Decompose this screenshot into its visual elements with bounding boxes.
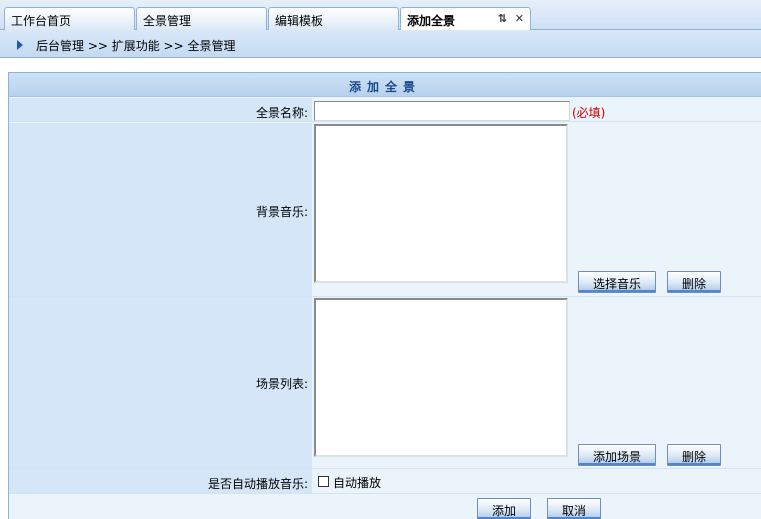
triangle-right-icon (17, 40, 23, 50)
add-scene-button[interactable]: 添加场景 (578, 444, 656, 466)
form-actions: 添加 取消 (9, 495, 761, 519)
autoplay-label-cell: 是否自动播放音乐: (9, 469, 312, 493)
scene-row: 场景列表: 添加场景 删除 (9, 297, 761, 469)
tab-label: 编辑模板 (275, 14, 324, 28)
music-row: 背景音乐: 选择音乐 删除 (9, 123, 761, 297)
autoplay-checkbox[interactable] (318, 476, 329, 487)
tab-panorama-management[interactable]: 全景管理 (136, 7, 267, 30)
name-label: 全景名称: (255, 106, 308, 120)
submit-add-button[interactable]: 添加 (477, 498, 531, 519)
scene-value-cell: 添加场景 删除 (312, 297, 761, 468)
breadcrumb-bar: 后台管理 >> 扩展功能 >> 全景管理 (0, 30, 761, 58)
tab-workbench-home[interactable]: 工作台首页 (4, 7, 135, 30)
scene-listbox[interactable] (314, 298, 568, 457)
scene-label-cell: 场景列表: (9, 297, 312, 468)
scene-label: 场景列表: (255, 377, 308, 391)
tab-add-panorama[interactable]: 添加全景 ⇅ ✕ (400, 7, 531, 31)
tab-edit-template[interactable]: 编辑模板 (268, 7, 399, 30)
panorama-name-input[interactable] (314, 101, 570, 121)
music-listbox[interactable] (314, 124, 568, 283)
cancel-button[interactable]: 取消 (547, 498, 601, 519)
autoplay-label: 是否自动播放音乐: (207, 477, 308, 491)
refresh-icon[interactable]: ⇅ (498, 12, 507, 25)
music-value-cell: 选择音乐 删除 (312, 123, 761, 296)
autoplay-row: 是否自动播放音乐: 自动播放 (9, 469, 761, 494)
tab-bar: 工作台首页 全景管理 编辑模板 添加全景 ⇅ ✕ (0, 0, 761, 31)
name-row: 全景名称: (必填) (9, 98, 761, 122)
tab-label: 添加全景 (407, 14, 456, 28)
select-music-button[interactable]: 选择音乐 (578, 271, 656, 293)
autoplay-value-cell: 自动播放 (312, 469, 761, 493)
tab-label: 全景管理 (143, 14, 192, 28)
music-label-cell: 背景音乐: (9, 123, 312, 296)
tab-tools: ⇅ ✕ (494, 12, 524, 25)
required-hint: (必填) (572, 106, 606, 120)
breadcrumb: 后台管理 >> 扩展功能 >> 全景管理 (36, 39, 236, 53)
autoplay-checkbox-label[interactable]: 自动播放 (333, 474, 381, 491)
name-label-cell: 全景名称: (9, 98, 312, 121)
form-title: 添加全景 (9, 73, 761, 97)
close-icon[interactable]: ✕ (515, 12, 524, 25)
name-value-cell: (必填) (312, 98, 761, 121)
delete-scene-button[interactable]: 删除 (667, 444, 721, 466)
music-label: 背景音乐: (255, 205, 308, 219)
add-panorama-form: 添加全景 全景名称: (必填) 背景音乐: 选择音乐 删除 场景列表: 添加场景… (8, 72, 761, 519)
delete-music-button[interactable]: 删除 (667, 271, 721, 293)
tab-label: 工作台首页 (11, 14, 72, 28)
